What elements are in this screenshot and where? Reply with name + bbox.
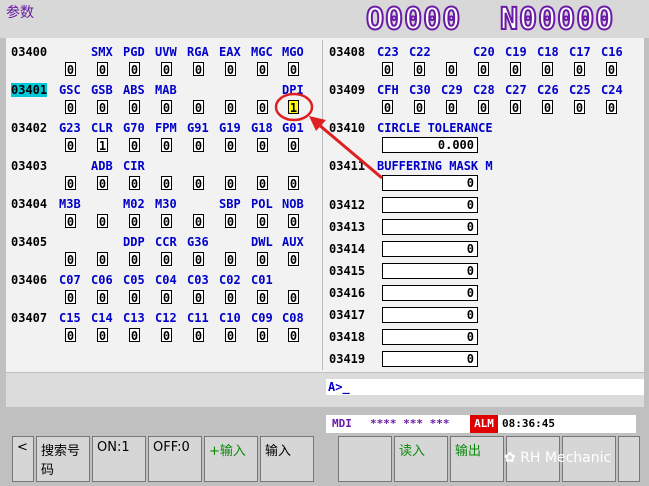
softkey-7[interactable] <box>338 436 392 482</box>
softkey-label: ON:1 <box>97 440 130 455</box>
softkey-3[interactable]: ON:1 <box>92 436 146 482</box>
softkey-label: < <box>17 440 28 455</box>
status-stars: **** *** *** <box>370 417 450 430</box>
softkey-8[interactable]: 读入 <box>394 436 448 482</box>
softkey-label: +输入 <box>209 444 246 459</box>
mode-indicator: MDI <box>332 417 352 430</box>
annotation-arrow-line <box>317 122 383 180</box>
softkey-1[interactable]: < <box>12 436 34 482</box>
softkey-2[interactable]: 搜索号码 <box>36 436 90 482</box>
softkey-6[interactable]: 输入 <box>260 436 314 482</box>
softkey-label: 输出 <box>455 444 482 459</box>
softkey-label: 读入 <box>399 444 426 459</box>
status-bar: MDI **** *** *** ALM 08:36:45 <box>326 415 636 433</box>
softkey-9[interactable]: 输出 <box>450 436 504 482</box>
annotation-overlay <box>274 92 383 180</box>
watermark: ✿ RH Mechanic <box>504 450 612 466</box>
softkey-label: OFF:0 <box>153 440 190 455</box>
softkey-4[interactable]: OFF:0 <box>148 436 202 482</box>
input-line[interactable]: A>_ <box>326 379 644 395</box>
highlight-circle <box>274 92 314 122</box>
clock: 08:36:45 <box>502 417 555 430</box>
alarm-indicator: ALM <box>470 415 498 433</box>
softkey-12[interactable] <box>618 436 640 482</box>
softkey-5[interactable]: +输入 <box>204 436 258 482</box>
softkey-label: 搜索号码 <box>41 444 81 478</box>
softkey-label: 输入 <box>265 444 292 459</box>
